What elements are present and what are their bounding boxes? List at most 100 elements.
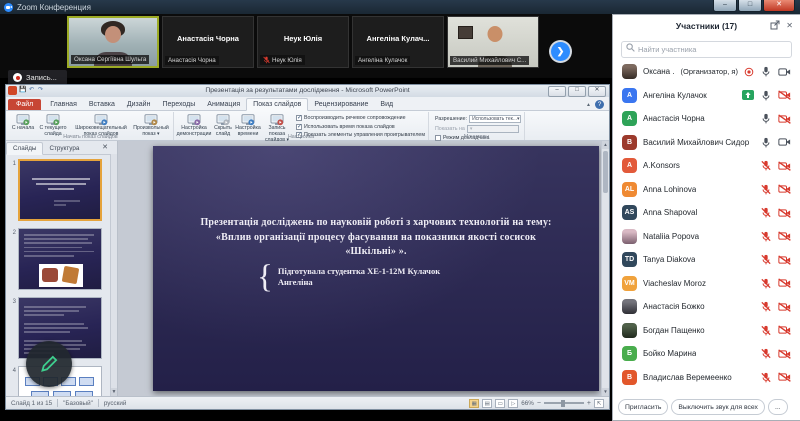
participant-row[interactable]: ББойко Марина <box>613 342 800 366</box>
video-tile[interactable]: Оксана Сергіївна Шульга <box>67 16 159 68</box>
participants-panel: Участники (17) ✕ Оксана ...(Организатор,… <box>612 14 800 421</box>
participant-row[interactable]: ААнгеліна Кулачок <box>613 84 800 108</box>
mute-all-button[interactable]: Выключить звук для всех <box>671 399 765 415</box>
ppt-maximize-button[interactable]: □ <box>568 86 586 97</box>
participant-status-icons <box>761 348 791 359</box>
participant-status-icons <box>761 160 791 171</box>
ribbon-tab-3[interactable]: Дизайн <box>121 99 157 110</box>
participant-role: (Организатор, я) <box>681 67 738 76</box>
participant-name: Анастасія Божко <box>643 302 705 311</box>
editor-scrollbar[interactable]: ▲ ▼ <box>601 141 609 396</box>
resolution-dropdown[interactable]: Использовать тек...▾ <box>469 115 521 123</box>
checkbox-icon[interactable]: ✓ <box>296 115 302 121</box>
participant-row[interactable]: ВВасилий Михайлович Сидор <box>613 131 800 155</box>
ppt-minimize-button[interactable]: ‒ <box>548 86 566 97</box>
ribbon-tab-8[interactable]: Вид <box>374 99 399 110</box>
minimize-ribbon-icon[interactable]: ▲ <box>586 102 591 108</box>
video-tile[interactable]: Ангеліна Кулач...Ангеліна Кулачок <box>352 16 444 68</box>
participant-name: A.Konsors <box>643 161 680 170</box>
scroll-down-icon[interactable]: ▼ <box>602 388 609 396</box>
camera-off-icon <box>778 184 791 194</box>
participant-name: Anna Shapoval <box>643 208 697 217</box>
ribbon-tab-6[interactable]: Показ слайдов <box>246 98 308 111</box>
powerpoint-window: 💾 ↶ ↷ Презентація за результатами дослід… <box>5 84 610 410</box>
mic-muted-icon <box>761 301 771 312</box>
fit-to-window-button[interactable]: ⇱ <box>594 399 604 408</box>
maximize-button[interactable]: □ <box>738 0 762 12</box>
slide-thumbnail-2[interactable] <box>18 228 102 290</box>
ribbon-tab-7[interactable]: Рецензирование <box>308 99 374 110</box>
pane-scrollbar[interactable]: ▼ <box>110 154 117 396</box>
scrollbar-thumb[interactable] <box>603 151 608 193</box>
language-indicator[interactable]: русский <box>104 400 127 407</box>
ribbon-tab-1[interactable]: Главная <box>44 99 83 110</box>
participant-row[interactable]: ALAnna Lohinova <box>613 178 800 202</box>
ribbon-button[interactable]: С начала <box>11 113 35 132</box>
ribbon-tab-2[interactable]: Вставка <box>83 99 121 110</box>
zoom-slider[interactable] <box>544 402 584 404</box>
camera-off-icon <box>778 255 791 265</box>
zoom-slider-thumb[interactable] <box>561 400 565 407</box>
participant-row[interactable]: VMViacheslav Moroz <box>613 272 800 296</box>
participant-status-icons <box>761 325 791 336</box>
avatar-initials: AL <box>622 182 637 197</box>
participant-row[interactable]: ASAnna Shapoval <box>613 201 800 225</box>
participant-row[interactable]: Оксана ...(Организатор, я) <box>613 60 800 84</box>
slide-title-line: Презентація досліджень по науковій робот… <box>171 216 581 231</box>
reading-view-button[interactable]: ▭ <box>495 399 505 408</box>
tab-outline[interactable]: Структура <box>43 143 85 154</box>
popout-icon[interactable] <box>770 20 780 30</box>
sorter-view-button[interactable]: ▤ <box>482 399 492 408</box>
slide-author-line: Ангеліна <box>278 277 440 289</box>
pencil-icon <box>38 353 60 375</box>
pane-close-icon[interactable]: ✕ <box>102 143 108 151</box>
panel-close-icon[interactable]: ✕ <box>786 21 793 30</box>
ribbon-tab-file[interactable]: Файл <box>8 99 41 110</box>
text-line <box>24 306 86 308</box>
next-participants-button[interactable]: ❯ <box>551 42 570 61</box>
scroll-up-icon[interactable]: ▲ <box>602 141 609 149</box>
text-line <box>24 234 94 236</box>
ribbon-tab-5[interactable]: Анимация <box>201 99 246 110</box>
zoom-out-button[interactable]: − <box>537 400 541 407</box>
video-tile[interactable]: Неук ЮліяНеук Юлія <box>257 16 349 68</box>
participants-footer: Пригласить Выключить звук для всех ... <box>618 399 796 415</box>
search-input[interactable] <box>621 41 792 58</box>
annotation-tool-button[interactable] <box>26 341 72 387</box>
participant-status-icons <box>761 254 791 265</box>
video-tile[interactable]: Василий Михайлович С... <box>447 16 539 68</box>
participant-row[interactable]: ВВладислав Веремеенко <box>613 366 800 390</box>
checkbox-row[interactable]: ✓Использовать время показа слайдов <box>296 124 425 130</box>
participant-row[interactable]: TDTanya Diakova <box>613 248 800 272</box>
invite-button[interactable]: Пригласить <box>618 399 668 415</box>
resolution-label: Разрешение: <box>435 116 467 122</box>
mic-muted-icon <box>761 207 771 218</box>
checkbox-icon[interactable]: ✓ <box>296 124 302 130</box>
close-button[interactable]: ✕ <box>763 0 795 12</box>
zoom-in-button[interactable]: + <box>587 400 591 407</box>
minimize-button[interactable]: ‒ <box>713 0 737 12</box>
participant-row[interactable]: Nataliia Popova <box>613 225 800 249</box>
checkbox-row[interactable]: ✓Воспроизводить речевое сопровождение <box>296 115 425 121</box>
zoom-app-icon <box>4 3 13 12</box>
scroll-down-icon[interactable]: ▼ <box>111 388 117 396</box>
participant-row[interactable]: АA.Konsors <box>613 154 800 178</box>
ppt-close-button[interactable]: ✕ <box>588 86 606 97</box>
participant-name: Nataliia Popova <box>643 232 699 241</box>
slide-number: 2 <box>7 228 18 290</box>
show-on-row: Показать на▾ <box>435 125 521 133</box>
normal-view-button[interactable]: ▦ <box>469 399 479 408</box>
video-tile[interactable]: Анастасія ЧорнаАнастасія Чорна <box>162 16 254 68</box>
slideshow-view-button[interactable]: ▷ <box>508 399 518 408</box>
participant-row[interactable]: ААнастасія Чорна <box>613 107 800 131</box>
more-options-button[interactable]: ... <box>768 399 788 415</box>
participant-row[interactable]: Богдан Пащенко <box>613 319 800 343</box>
avatar-face <box>487 26 502 42</box>
tab-slides[interactable]: Слайды <box>6 142 43 155</box>
help-icon[interactable]: ? <box>595 100 604 109</box>
slide-thumbnail-1[interactable] <box>18 159 102 221</box>
participant-row[interactable]: Анастасія Божко <box>613 295 800 319</box>
current-slide[interactable]: Презентація досліджень по науковій робот… <box>153 146 599 391</box>
ribbon-tab-4[interactable]: Переходы <box>156 99 201 110</box>
avatar-photo <box>622 299 637 314</box>
